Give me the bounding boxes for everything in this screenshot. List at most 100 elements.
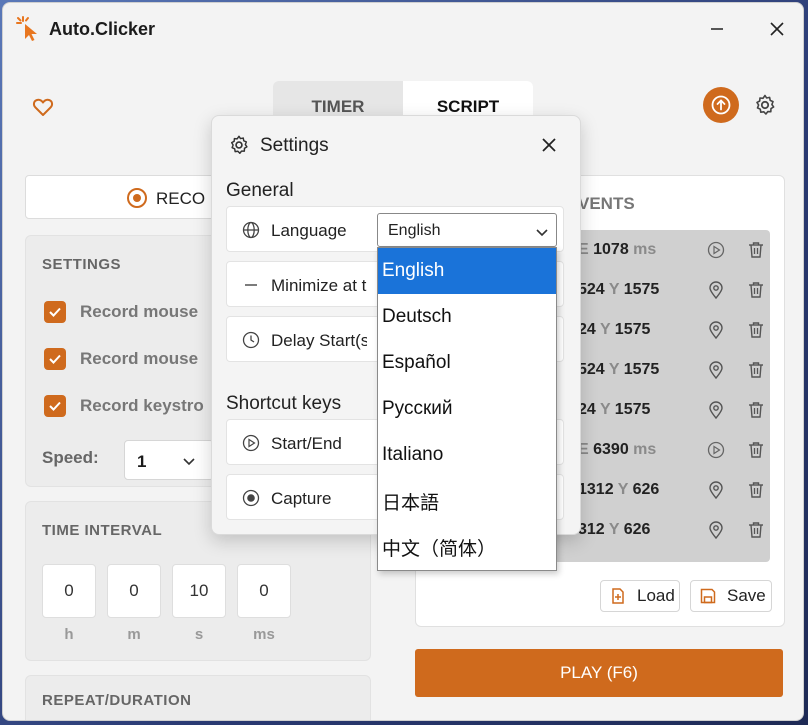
- trash-icon[interactable]: [746, 360, 766, 380]
- language-option[interactable]: Русский: [378, 386, 556, 432]
- events-title: VENTS: [578, 194, 635, 213]
- event-text: E 6390 ms: [578, 441, 657, 458]
- location-pin-icon[interactable]: [706, 480, 726, 500]
- event-text: 24 Y 1575: [578, 321, 651, 338]
- location-pin-icon[interactable]: [706, 320, 726, 340]
- gear-icon[interactable]: [753, 93, 777, 117]
- seconds-input[interactable]: 10: [172, 564, 226, 618]
- speed-label: Speed:: [42, 448, 99, 467]
- globe-icon: [242, 221, 260, 239]
- checkmark-icon: [49, 401, 61, 411]
- language-option[interactable]: 中文（简体）: [378, 524, 556, 570]
- play-button[interactable]: PLAY (F6): [415, 649, 783, 697]
- close-icon[interactable]: [538, 134, 560, 156]
- app-title: Auto.Clicker: [49, 19, 156, 39]
- close-window-button[interactable]: [755, 11, 799, 47]
- speed-value: 1: [137, 452, 147, 471]
- trash-icon[interactable]: [746, 320, 766, 340]
- event-text: 312 Y 626: [578, 521, 651, 538]
- language-value: English: [388, 222, 441, 239]
- language-select[interactable]: English: [377, 213, 557, 247]
- location-pin-icon[interactable]: [706, 360, 726, 380]
- checkmark-icon: [49, 307, 61, 317]
- dialog-title: Settings: [260, 135, 329, 156]
- checkbox[interactable]: [44, 395, 66, 417]
- option-record-keystrokes[interactable]: Record keystro: [44, 394, 204, 418]
- floppy-save-icon: [700, 588, 716, 604]
- repeat-duration-card: REPEAT/DURATION: [25, 675, 371, 720]
- record-label: RECO: [156, 189, 206, 208]
- language-dropdown-list: English Deutsch Español Русский Italiano 日本語中…: [377, 247, 557, 571]
- trash-icon[interactable]: [746, 520, 766, 540]
- minus-icon: [245, 284, 257, 286]
- language-label: Language: [271, 221, 347, 240]
- hours-input[interactable]: 0: [42, 564, 96, 618]
- upgrade-button[interactable]: [703, 87, 739, 123]
- trash-icon[interactable]: [746, 440, 766, 460]
- option-record-mouse-2[interactable]: Record mouse: [44, 347, 198, 371]
- delay-start-label: Delay Start(s: [271, 331, 367, 350]
- option-record-mouse-1[interactable]: Record mouse: [44, 300, 198, 324]
- file-import-icon: [612, 588, 624, 604]
- chevron-down-icon: [536, 229, 548, 237]
- title-bar: Auto.Clicker: [3, 3, 803, 55]
- chevron-down-icon: [183, 458, 195, 466]
- language-option[interactable]: Español: [378, 340, 556, 386]
- close-icon: [770, 22, 784, 36]
- save-button[interactable]: Save: [690, 580, 772, 612]
- speed-select[interactable]: 1: [124, 440, 214, 480]
- capture-label: Capture: [271, 489, 332, 508]
- language-option[interactable]: 日本語: [378, 478, 556, 524]
- start-end-label: Start/End: [271, 434, 342, 453]
- milliseconds-unit: ms: [253, 626, 275, 643]
- settings-card-title: SETTINGS: [42, 256, 122, 273]
- clock-icon: [242, 331, 260, 349]
- language-option[interactable]: Italiano: [378, 432, 556, 478]
- language-option[interactable]: English: [378, 248, 556, 294]
- cursor-click-logo-icon: [16, 16, 37, 41]
- repeat-duration-title: REPEAT/DURATION: [42, 692, 192, 709]
- event-text: 24 Y 1575: [578, 401, 651, 418]
- record-circle-icon: [242, 489, 260, 507]
- time-interval-title: TIME INTERVAL: [42, 522, 163, 539]
- minimize-icon: [711, 28, 723, 30]
- record-icon: [127, 188, 147, 208]
- general-section-title: General: [226, 180, 294, 201]
- load-label: Load: [637, 586, 675, 605]
- gear-icon: [230, 135, 248, 154]
- location-pin-icon[interactable]: [706, 280, 726, 300]
- trash-icon[interactable]: [746, 240, 766, 260]
- event-text: 524 Y 1575: [578, 281, 660, 298]
- shortcut-section-title: Shortcut keys: [226, 393, 342, 414]
- seconds-unit: s: [194, 626, 204, 643]
- minimize-button[interactable]: [695, 11, 739, 47]
- location-pin-icon[interactable]: [706, 520, 726, 540]
- heart-icon[interactable]: [31, 95, 55, 119]
- trash-icon[interactable]: [746, 400, 766, 420]
- language-option[interactable]: Deutsch: [378, 294, 556, 340]
- load-button[interactable]: Load: [600, 580, 680, 612]
- trash-icon[interactable]: [746, 280, 766, 300]
- location-pin-icon[interactable]: [706, 400, 726, 420]
- option-label: Record keystro: [80, 396, 204, 415]
- checkbox[interactable]: [44, 348, 66, 370]
- arrow-up-circle-icon: [711, 95, 731, 115]
- minutes-unit: m: [127, 626, 141, 643]
- app-window: Auto.Clicker TIMER SCRIPT RECO SETTINGS …: [2, 2, 804, 721]
- option-label: Record mouse: [80, 349, 199, 368]
- minutes-input[interactable]: 0: [107, 564, 161, 618]
- event-text: E 1078 ms: [578, 241, 657, 258]
- option-label: Record mouse: [80, 302, 199, 321]
- event-text: 1312 Y 626: [578, 481, 660, 498]
- play-circle-icon: [242, 434, 260, 452]
- play-circle-icon[interactable]: [706, 440, 726, 460]
- milliseconds-input[interactable]: 0: [237, 564, 291, 618]
- hours-unit: h: [64, 626, 74, 643]
- trash-icon[interactable]: [746, 480, 766, 500]
- play-circle-icon[interactable]: [706, 240, 726, 260]
- minimize-label: Minimize at th: [271, 276, 367, 295]
- checkmark-icon: [49, 354, 61, 364]
- save-label: Save: [727, 586, 766, 605]
- event-text: 524 Y 1575: [578, 361, 660, 378]
- checkbox[interactable]: [44, 301, 66, 323]
